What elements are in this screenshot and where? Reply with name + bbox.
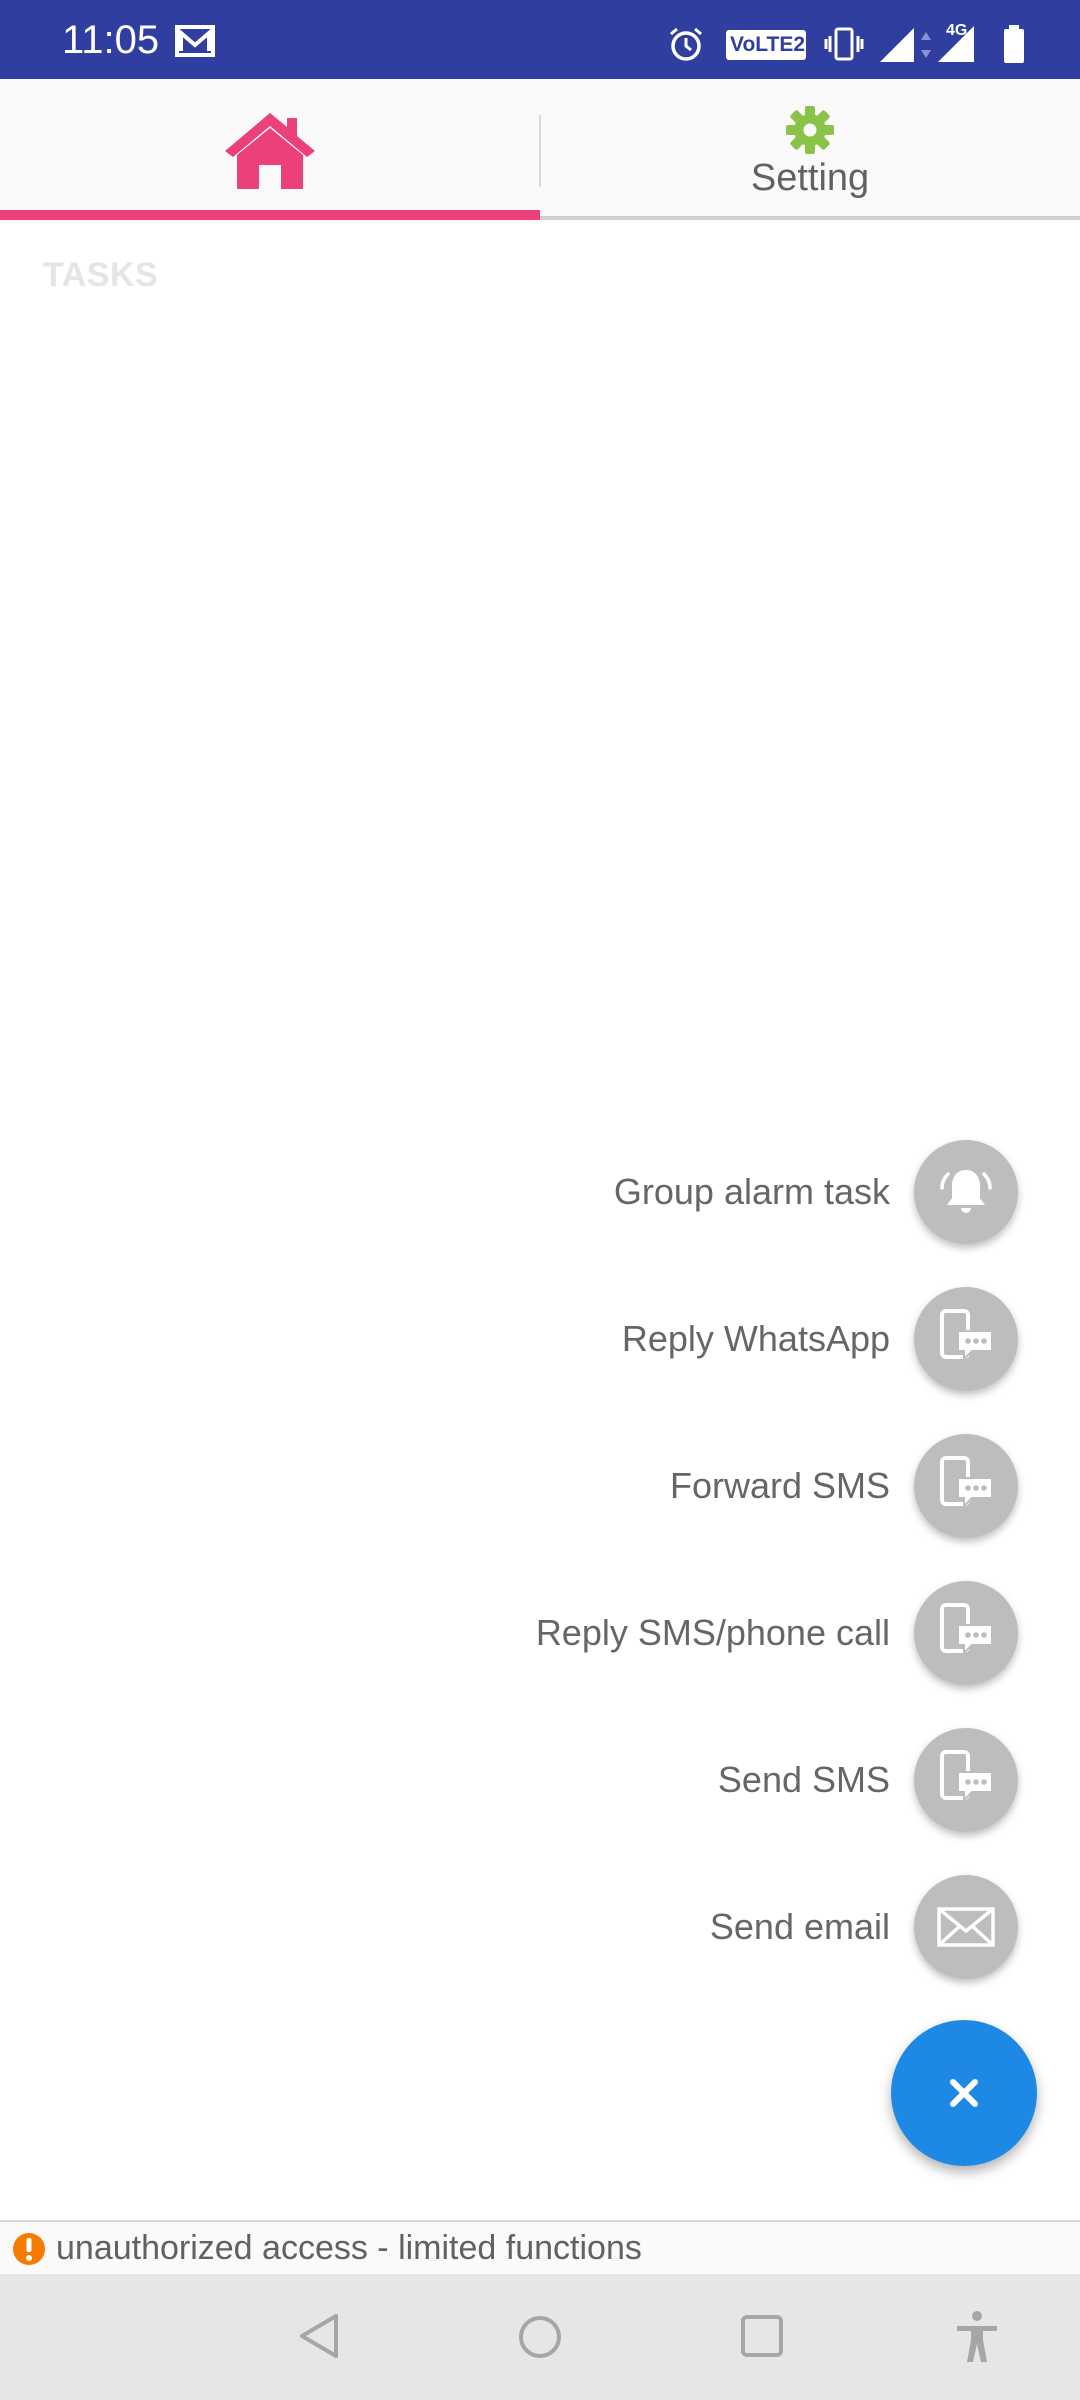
speed-dial-label[interactable]: Forward SMS (670, 1431, 890, 1541)
vibrate-icon (824, 27, 864, 61)
warning-bar: unauthorized access - limited functions (0, 2220, 1080, 2275)
speed-dial-label[interactable]: Reply SMS/phone call (536, 1578, 890, 1688)
battery-icon (1004, 25, 1024, 63)
status-bar: 11:05 VoLTE2 4G (0, 0, 1080, 79)
tasks-header: TASKS (43, 256, 159, 294)
app-screen: 11:05 VoLTE2 4G Setting TASKS Group alar… (0, 0, 1080, 2400)
speed-dial-send-email[interactable]: Send email (0, 1872, 1080, 1982)
group-alarm-task-button[interactable] (914, 1140, 1018, 1244)
warning-text: unauthorized access - limited functions (56, 2229, 642, 2267)
gear-icon (786, 106, 834, 154)
status-icons: VoLTE2 4G (660, 0, 1080, 79)
forward-sms-button[interactable] (914, 1434, 1018, 1538)
tab-home[interactable] (0, 79, 540, 223)
reply-whatsapp-button[interactable] (914, 1287, 1018, 1391)
tab-setting-label: Setting (750, 157, 870, 199)
exclamation-icon (13, 2233, 45, 2265)
phone-message-icon (940, 1456, 993, 1509)
home-circle-icon[interactable] (517, 2314, 563, 2360)
speed-dial-send-sms[interactable]: Send SMS (0, 1725, 1080, 1835)
close-speed-dial-button[interactable] (891, 2020, 1037, 2166)
navigation-bar (0, 2274, 1080, 2400)
phone-message-icon (940, 1603, 993, 1656)
volte-icon: VoLTE2 (726, 30, 806, 60)
close-icon (950, 2079, 978, 2107)
phone-message-icon (940, 1750, 993, 1803)
recents-icon[interactable] (740, 2314, 784, 2358)
data-arrows-icon (921, 32, 931, 58)
reply-sms-phone-call-button[interactable] (914, 1581, 1018, 1685)
envelope-icon (937, 1907, 995, 1947)
tab-bar: Setting (0, 79, 1080, 223)
send-sms-button[interactable] (914, 1728, 1018, 1832)
accessibility-icon[interactable] (954, 2310, 1000, 2364)
tab-indicator (0, 210, 540, 220)
speed-dial-label[interactable]: Send email (710, 1872, 890, 1982)
network-label: 4G (946, 22, 968, 39)
phone-message-icon (940, 1309, 993, 1362)
speed-dial-label[interactable]: Reply WhatsApp (622, 1284, 890, 1394)
tab-underline (540, 216, 1080, 220)
speed-dial-group-alarm-task[interactable]: Group alarm task (0, 1137, 1080, 1247)
speed-dial-reply-whatsapp[interactable]: Reply WhatsApp (0, 1284, 1080, 1394)
back-icon[interactable] (296, 2312, 342, 2360)
speed-dial-reply-sms-phone-call[interactable]: Reply SMS/phone call (0, 1578, 1080, 1688)
speed-dial-forward-sms[interactable]: Forward SMS (0, 1431, 1080, 1541)
send-email-button[interactable] (914, 1875, 1018, 1979)
signal-icon (880, 28, 914, 62)
gmail-icon (175, 25, 215, 57)
alarm-icon (670, 27, 702, 61)
status-time: 11:05 (62, 18, 160, 62)
speed-dial-label[interactable]: Group alarm task (614, 1137, 890, 1247)
home-icon (225, 113, 315, 189)
speed-dial-label[interactable]: Send SMS (718, 1725, 890, 1835)
volte-label: VoLTE2 (730, 33, 806, 56)
bell-icon (940, 1170, 992, 1213)
